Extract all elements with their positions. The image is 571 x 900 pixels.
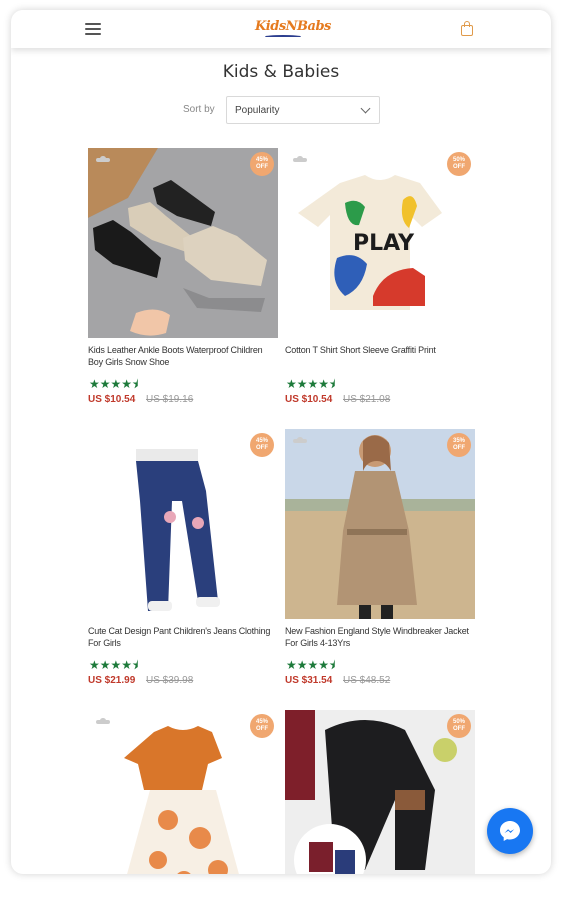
logo-swoosh bbox=[265, 35, 301, 38]
product-image-windbreaker[interactable]: 35% OFF bbox=[285, 429, 475, 619]
discount-badge: 45% OFF bbox=[250, 433, 274, 457]
product-price: US $10.54 bbox=[285, 394, 333, 405]
product-image-jeans[interactable]: 45% OFF bbox=[88, 429, 278, 619]
messenger-chat-button[interactable] bbox=[487, 808, 533, 854]
top-bar: KidsNBabs bbox=[11, 10, 551, 48]
rating-stars: ★★★★⯨ bbox=[89, 377, 139, 391]
cloud-icon bbox=[96, 718, 110, 724]
product-image-dress[interactable]: 45% OFF bbox=[88, 710, 278, 874]
product-name[interactable]: New Fashion England Style Windbreaker Ja… bbox=[285, 625, 475, 649]
svg-text:PLAY: PLAY bbox=[353, 231, 415, 256]
logo-text: KidsNBabs bbox=[255, 19, 331, 34]
rating-stars: ★★★★⯨ bbox=[286, 377, 336, 391]
phone-frame: KidsNBabs Kids & Babies Sort by Populari… bbox=[11, 10, 551, 874]
product-old-price: US $39.98 bbox=[146, 675, 194, 686]
chevron-down-icon bbox=[360, 103, 371, 114]
product-image-boots[interactable]: 45% OFF bbox=[88, 148, 278, 338]
product-old-price: US $48.52 bbox=[343, 675, 391, 686]
product-card[interactable]: 45% OFF Kids Leather Ankle Boots Waterpro… bbox=[88, 148, 278, 405]
store-logo[interactable]: KidsNBabs bbox=[255, 17, 331, 41]
discount-badge: 50% OFF bbox=[447, 152, 471, 176]
product-card[interactable]: 35% OFF New Fashion England Style Windbre… bbox=[285, 429, 475, 686]
product-old-price: US $19.16 bbox=[146, 394, 194, 405]
product-card[interactable]: 45% OFF bbox=[88, 710, 278, 874]
sort-label: Sort by bbox=[183, 104, 215, 115]
product-price: US $31.54 bbox=[285, 675, 333, 686]
product-card[interactable]: 45% OFF Cute Cat Design Pant Children's J… bbox=[88, 429, 278, 686]
product-price: US $10.54 bbox=[88, 394, 136, 405]
cloud-icon bbox=[293, 156, 307, 162]
discount-badge: 45% OFF bbox=[250, 714, 274, 738]
product-card[interactable]: PLAY 50% OFF Cotton T Shirt Short Sleeve … bbox=[285, 148, 475, 405]
sort-selected-value: Popularity bbox=[235, 105, 280, 116]
product-old-price: US $21.08 bbox=[343, 394, 391, 405]
product-image-leggings[interactable]: 50% OFF bbox=[285, 710, 475, 874]
product-card[interactable]: 50% OFF bbox=[285, 710, 475, 874]
product-price: US $21.99 bbox=[88, 675, 136, 686]
product-name[interactable]: Cute Cat Design Pant Children's Jeans Cl… bbox=[88, 625, 278, 649]
discount-badge: 35% OFF bbox=[447, 433, 471, 457]
product-image-tshirt[interactable]: PLAY 50% OFF bbox=[285, 148, 475, 338]
sort-dropdown[interactable]: Popularity bbox=[226, 96, 380, 124]
discount-badge: 50% OFF bbox=[447, 714, 471, 738]
cloud-icon bbox=[293, 437, 307, 443]
discount-badge: 45% OFF bbox=[250, 152, 274, 176]
page-title: Kids & Babies bbox=[222, 62, 340, 82]
cloud-icon bbox=[96, 156, 110, 162]
shopping-bag-icon[interactable] bbox=[460, 21, 474, 37]
messenger-icon bbox=[500, 821, 520, 841]
product-name[interactable]: Cotton T Shirt Short Sleeve Graffiti Pri… bbox=[285, 344, 475, 356]
product-name[interactable]: Kids Leather Ankle Boots Waterproof Chil… bbox=[88, 344, 278, 368]
rating-stars: ★★★★⯨ bbox=[89, 658, 139, 672]
rating-stars: ★★★★⯨ bbox=[286, 658, 336, 672]
hamburger-menu-icon[interactable] bbox=[85, 20, 103, 36]
